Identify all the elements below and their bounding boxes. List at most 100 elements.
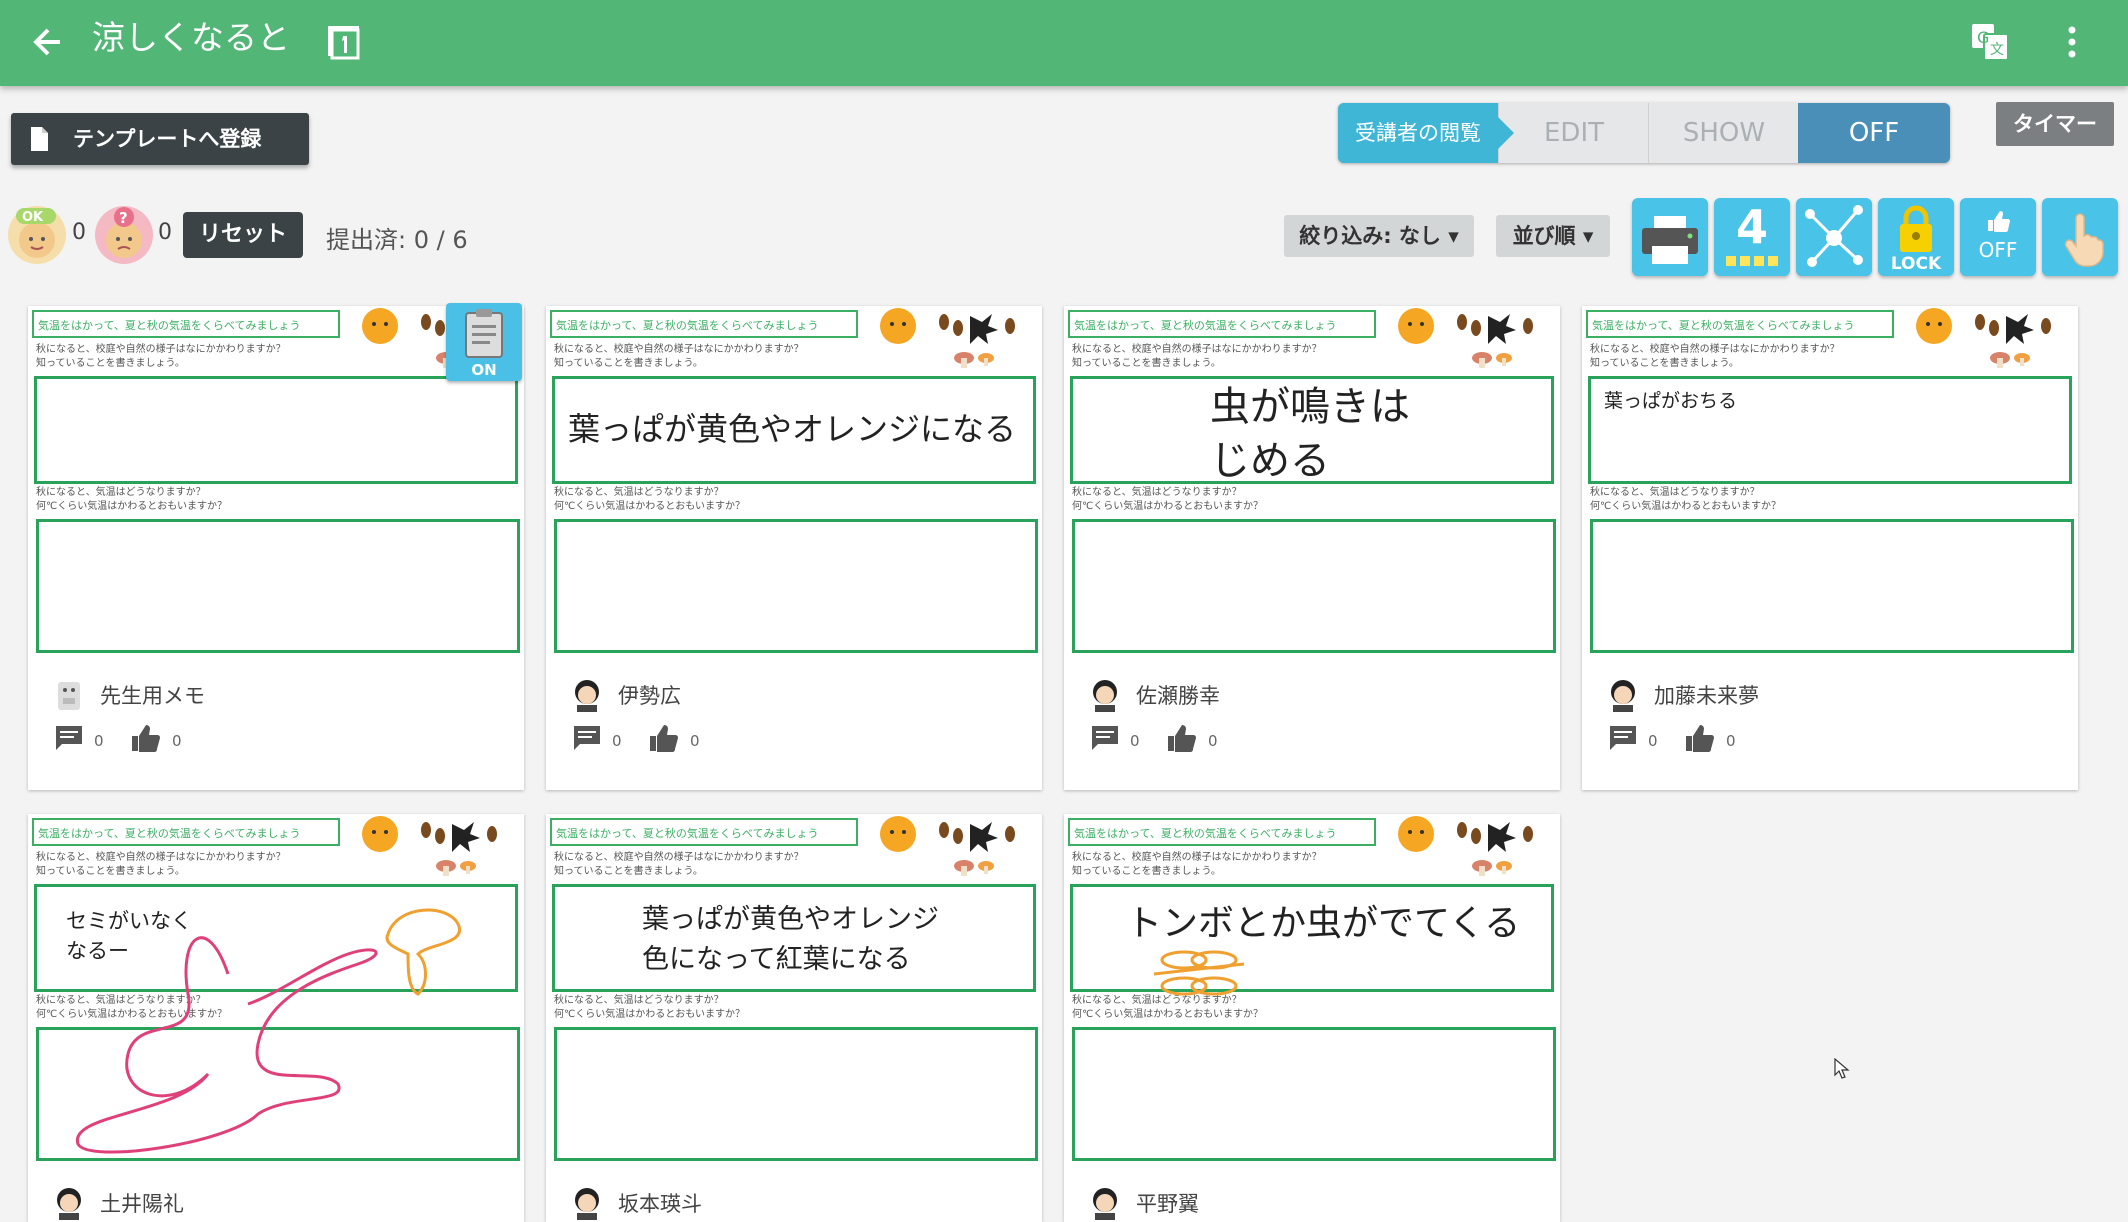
worksheet[interactable]: 気温をはかって、夏と秋の気温をくらべてみましょう 秋になると、校庭や自然の様子は… [28,814,524,1164]
avatar [1611,680,1635,712]
columns-count: 4 [1735,200,1768,254]
answer-text: トンボとか虫がでてくる [1126,903,1521,944]
q2-line1: 秋になると、気温はどうなりますか？ [554,995,724,1006]
sort-dropdown[interactable]: 並び順 ▾ [1496,215,1610,257]
memo-toggle-button[interactable]: ON [446,303,522,381]
answer-text: 虫が鳴きは じめる [1210,384,1410,484]
print-button[interactable] [1632,198,1708,276]
avatar [1093,1188,1117,1220]
comment-icon[interactable] [1608,724,1638,752]
like-icon[interactable] [1166,724,1196,752]
student-card[interactable]: 気温をはかって、夏と秋の気温をくらべてみましょう 秋になると、校庭や自然の様子は… [546,306,1042,790]
q1-line1: 秋になると、校庭や自然の様子はなにかかわりますか？ [1590,344,1840,355]
q1-line2: 知っていることを書きましょう。 [1072,358,1221,369]
student-name: 土井陽礼 [100,1192,184,1216]
view-off-option[interactable]: OFF [1798,103,1950,163]
q2-line1: 秋になると、気温はどうなりますか？ [36,487,206,498]
worksheet[interactable]: 気温をはかって、夏と秋の気温をくらべてみましょう 秋になると、校庭や自然の様子は… [546,814,1042,1164]
ok-reaction-icon[interactable]: OK [8,206,66,264]
comment-icon[interactable] [572,724,602,752]
student-view-toggle: 受講者の閲覧 EDIT SHOW OFF [1338,103,1950,163]
worksheet-header: 気温をはかって、夏と秋の気温をくらべてみましょう [1068,818,1376,846]
sort-label: 並び順 [1512,224,1576,248]
mouse-cursor-icon [1834,1058,1850,1079]
share-network-button[interactable] [1796,198,1872,276]
view-edit-option[interactable]: EDIT [1498,103,1649,163]
student-card[interactable]: 気温をはかって、夏と秋の気温をくらべてみましょう 秋になると、校庭や自然の様子は… [546,814,1042,1222]
answer-box-2[interactable] [1590,519,2074,653]
q1-line1: 秋になると、校庭や自然の様子はなにかかわりますか？ [554,852,804,863]
worksheet[interactable]: 気温をはかって、夏と秋の気温をくらべてみましょう 秋になると、校庭や自然の様子は… [1064,306,1560,656]
svg-text:G: G [1977,28,1989,47]
q1-line1: 秋になると、校庭や自然の様子はなにかかわりますか？ [554,344,804,355]
page-number-icon[interactable] [322,18,370,66]
like-icon[interactable] [130,724,160,752]
q1-line2: 知っていることを書きましょう。 [1072,866,1221,877]
lock-button[interactable]: LOCK [1878,198,1954,276]
student-view-label: 受講者の閲覧 [1338,103,1514,163]
like-count: 0 [1726,732,1736,750]
reset-button[interactable]: リセット [183,212,303,258]
q1-line2: 知っていることを書きましょう。 [1590,358,1739,369]
answer-text: 葉っぱが黄色やオレンジになる [568,410,1017,448]
autumn-illustration [1916,308,2051,368]
worksheet-question-1: 秋になると、校庭や自然の様子はなにかかわりますか？ 知っていることを書きましょう。 [1590,343,1840,371]
worksheet[interactable]: 気温をはかって、夏と秋の気温をくらべてみましょう 秋になると、校庭や自然の様子は… [546,306,1042,656]
like-icon[interactable] [1684,724,1714,752]
clipboard-icon: ON [465,309,503,379]
answer-box-2[interactable] [36,519,520,653]
student-name: 先生用メモ [100,684,205,708]
answer-box-1[interactable] [34,376,518,484]
worksheet-question-2: 秋になると、気温はどうなりますか？ 何℃くらい気温はかわるとおもいますか？ [1590,486,1781,514]
translate-icon[interactable]: G 文 [1966,18,2014,66]
answer-box-2[interactable] [1072,519,1556,653]
avatar [575,1188,599,1220]
filter-label: 絞り込み: なし [1299,224,1441,248]
more-vert-icon[interactable] [2048,18,2096,66]
columns-button[interactable]: 4 [1714,198,1790,276]
pointer-button[interactable] [2042,198,2118,276]
worksheet-question-2: 秋になると、気温はどうなりますか？ 何℃くらい気温はかわるとおもいますか？ [554,486,745,514]
comment-icon[interactable] [54,724,84,752]
worksheet-header: 気温をはかって、夏と秋の気温をくらべてみましょう [1068,310,1376,338]
ok-badge-text: OK [22,210,44,225]
student-card[interactable]: 気温をはかって、夏と秋の気温をくらべてみましょう 秋になると、校庭や自然の様子は… [28,814,524,1222]
q2-line2: 何℃くらい気温はかわるとおもいますか？ [1590,501,1782,512]
worksheet-question-1: 秋になると、校庭や自然の様子はなにかかわりますか？ 知っていることを書きましょう。 [554,851,804,879]
answer-box-2[interactable] [554,1027,1038,1161]
answer-box-2[interactable] [554,519,1038,653]
like-count: 0 [172,732,182,750]
back-arrow-icon[interactable] [24,18,72,66]
answer-box-2[interactable] [1072,1027,1556,1161]
avatar [575,680,599,712]
comment-count: 0 [1648,732,1658,750]
like-icon[interactable] [648,724,678,752]
dragonfly-drawing [1153,950,1245,996]
document-icon [31,127,48,151]
view-show-option[interactable]: SHOW [1648,103,1799,163]
register-template-button[interactable]: テンプレートへ登録 [11,113,309,165]
timer-button[interactable]: タイマー [1996,102,2114,146]
like-count: 0 [1208,732,1218,750]
app-bar: 涼しくなると G 文 [0,0,2128,86]
student-card[interactable]: 気温をはかって、夏と秋の気温をくらべてみましょう 秋になると、校庭や自然の様子は… [1582,306,2078,790]
student-name: 佐瀬勝幸 [1136,684,1220,708]
question-reaction-icon[interactable]: ? [95,206,153,264]
worksheet-question-2: 秋になると、気温はどうなりますか？ 何℃くらい気温はかわるとおもいますか？ [1072,486,1263,514]
like-toggle-button[interactable]: OFF [1960,198,2036,276]
worksheet[interactable]: 気温をはかって、夏と秋の気温をくらべてみましょう 秋になると、校庭や自然の様子は… [1582,306,2078,656]
comment-icon[interactable] [1090,724,1120,752]
filter-dropdown[interactable]: 絞り込み: なし ▾ [1284,215,1474,257]
chevron-down-icon: ▾ [1448,224,1459,248]
q1-line2: 知っていることを書きましょう。 [554,358,703,369]
autumn-illustration [1398,816,1533,876]
q2-line2: 何℃くらい気温はかわるとおもいますか？ [554,1009,746,1020]
page-title: 涼しくなると [92,18,290,57]
q1-line1: 秋になると、校庭や自然の様子はなにかかわりますか？ [1072,344,1322,355]
student-card[interactable]: 気温をはかって、夏と秋の気温をくらべてみましょう 秋になると、校庭や自然の様子は… [1064,306,1560,790]
student-card[interactable]: 気温をはかって、夏と秋の気温をくらべてみましょう 秋になると、校庭や自然の様子は… [1064,814,1560,1222]
student-name: 伊勢広 [618,684,681,708]
worksheet[interactable]: 気温をはかって、夏と秋の気温をくらべてみましょう 秋になると、校庭や自然の様子は… [1064,814,1560,1164]
svg-text:?: ? [119,209,128,227]
q2-line2: 何℃くらい気温はかわるとおもいますか？ [1072,1009,1264,1020]
